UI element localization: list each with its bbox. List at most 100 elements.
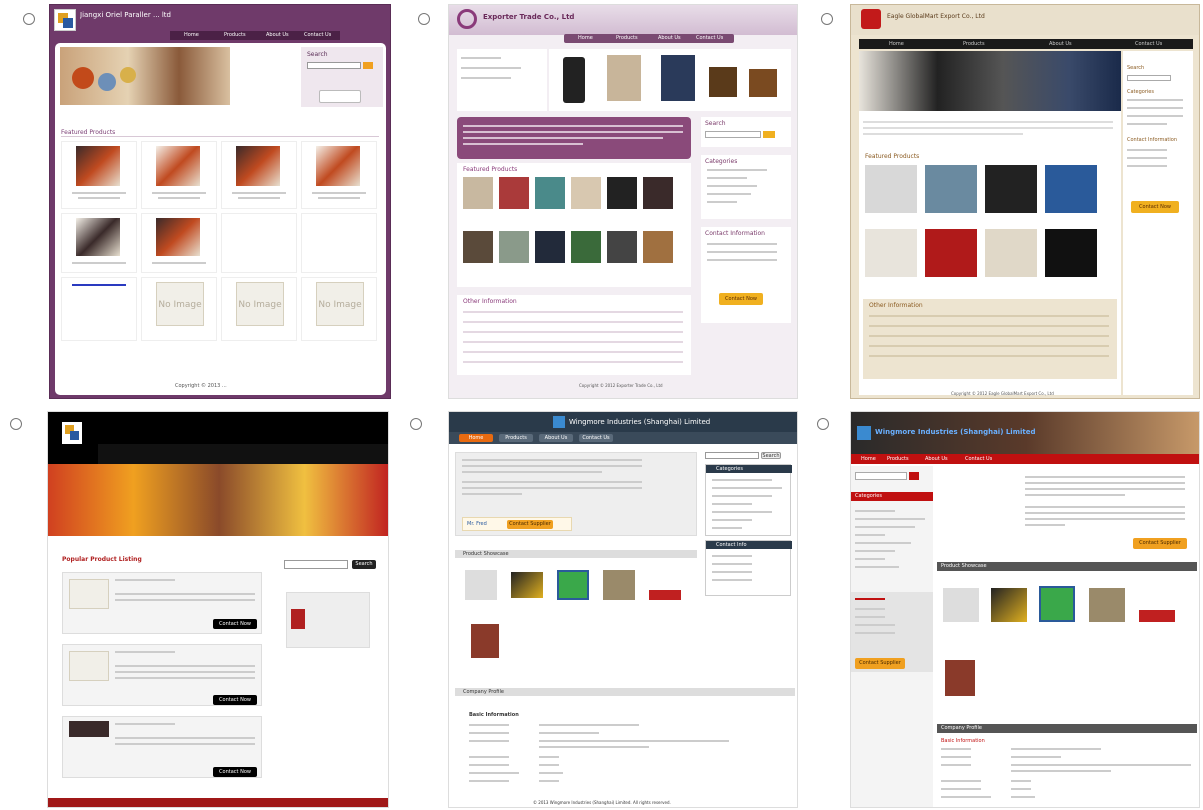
listing-item[interactable]: Contact Now xyxy=(62,644,262,706)
logo xyxy=(62,422,82,444)
contact-now-button[interactable]: Contact Now xyxy=(213,695,257,705)
nav-about[interactable]: About Us xyxy=(925,456,948,462)
profile-header: Company Profile xyxy=(455,688,795,696)
option-e-thumbnail[interactable]: Wingmore Industries (Shanghai) Limited H… xyxy=(448,411,798,808)
nav-products[interactable]: Products xyxy=(499,434,533,442)
contact-avatar-button[interactable] xyxy=(319,90,361,103)
nav-contact[interactable]: Contact Us xyxy=(304,32,331,38)
nav-contact[interactable]: Contact Us xyxy=(696,35,723,41)
sidebar: Categories Contact Supplier xyxy=(851,466,933,807)
option-a: Jiangxi Oriel Paraller ... ltd Home Prod… xyxy=(0,0,400,405)
categories-title: Categories xyxy=(705,158,738,165)
option-a-thumbnail[interactable]: Jiangxi Oriel Paraller ... ltd Home Prod… xyxy=(49,4,391,399)
product-card[interactable] xyxy=(301,141,377,209)
product-card[interactable] xyxy=(221,141,297,209)
sidebar: Search Categories Contact Information Co… xyxy=(1123,51,1193,395)
product-card[interactable]: No Image xyxy=(301,277,377,341)
product-card[interactable] xyxy=(301,213,377,273)
showcase-title: Product Showcase xyxy=(941,563,987,569)
option-e-radio[interactable] xyxy=(410,418,422,430)
search-box: Search xyxy=(301,47,383,107)
contact-supplier-button[interactable]: Contact Supplier xyxy=(507,520,553,529)
showcase-header: Product Showcase xyxy=(937,562,1197,571)
search-button[interactable] xyxy=(909,472,919,480)
nav-contact[interactable]: Contact Us xyxy=(579,434,613,442)
search-input[interactable] xyxy=(284,560,348,569)
nav-products[interactable]: Products xyxy=(224,32,246,38)
product-card[interactable] xyxy=(61,213,137,273)
contact-title: Contact Information xyxy=(1127,137,1177,143)
nav-products[interactable]: Products xyxy=(887,456,909,462)
product-card[interactable]: No Image xyxy=(141,277,217,341)
nav-bar: Home Products About Us Contact Us xyxy=(449,432,797,444)
search-input[interactable] xyxy=(307,62,361,69)
option-f-radio[interactable] xyxy=(817,418,829,430)
nav-bar: Home Products About Us Contact Us xyxy=(564,34,734,43)
profile-title: Company Profile xyxy=(463,689,504,695)
phone-icon xyxy=(291,609,305,629)
basic-info-title: Basic Information xyxy=(941,738,985,744)
logo xyxy=(861,9,881,29)
company-name: Jiangxi Oriel Paraller ... ltd xyxy=(80,11,171,19)
search-input[interactable] xyxy=(1127,75,1171,81)
search-button[interactable]: Search xyxy=(761,452,781,459)
nav-contact[interactable]: Contact Us xyxy=(1135,41,1162,47)
contact-now-button[interactable]: Contact Now xyxy=(213,767,257,777)
option-b-thumbnail[interactable]: Exporter Trade Co., Ltd Home Products Ab… xyxy=(448,4,798,399)
company-name: Eagle GlobalMart Export Co., Ltd xyxy=(887,13,985,20)
contact-box: Contact Info xyxy=(705,540,792,596)
nav-about[interactable]: About Us xyxy=(658,35,681,41)
product-card[interactable] xyxy=(221,213,297,273)
categories-title: Categories xyxy=(1127,89,1154,95)
contact-supplier-button[interactable]: Contact Supplier xyxy=(855,658,905,669)
contact-supplier-button[interactable]: Contact Supplier xyxy=(1133,538,1187,549)
search-button[interactable]: Search xyxy=(352,560,376,569)
search-button[interactable] xyxy=(763,131,775,138)
nav-home[interactable]: Home xyxy=(889,41,904,47)
search-input[interactable] xyxy=(855,472,907,480)
search-input[interactable] xyxy=(705,452,759,459)
footer: Copyright © 2013 ... xyxy=(175,383,227,389)
option-a-radio[interactable] xyxy=(23,13,35,25)
product-card[interactable] xyxy=(141,141,217,209)
option-f-thumbnail[interactable]: Wingmore Industries (Shanghai) Limited H… xyxy=(850,411,1200,808)
nav-bar: Home Products About Us Contact Us xyxy=(851,454,1199,464)
option-b-radio[interactable] xyxy=(418,13,430,25)
option-c-radio[interactable] xyxy=(821,13,833,25)
nav-about[interactable]: About Us xyxy=(1049,41,1072,47)
search-button[interactable] xyxy=(363,62,373,69)
search-input[interactable] xyxy=(705,131,761,138)
section-title: Featured Products xyxy=(463,166,518,173)
nav-home[interactable]: Home xyxy=(459,434,493,442)
nav-home[interactable]: Home xyxy=(578,35,593,41)
section-title: Featured Products xyxy=(61,129,116,136)
option-c-thumbnail[interactable]: Eagle GlobalMart Export Co., Ltd Home Pr… xyxy=(850,4,1200,399)
nav-home[interactable]: Home xyxy=(861,456,876,462)
nav-about[interactable]: About Us xyxy=(266,32,289,38)
search-label: Search xyxy=(1127,65,1145,71)
option-d-radio[interactable] xyxy=(10,418,22,430)
header xyxy=(851,5,1199,35)
nav-products[interactable]: Products xyxy=(963,41,985,47)
listing-item[interactable]: Contact Now xyxy=(62,572,262,634)
contact-now-button[interactable]: Contact Now xyxy=(1131,201,1179,213)
nav-home[interactable]: Home xyxy=(184,32,199,38)
basic-info-title: Basic Information xyxy=(469,712,519,718)
product-card[interactable] xyxy=(61,277,137,341)
other-info-title: Other Information xyxy=(463,298,517,305)
banner-image xyxy=(549,49,791,111)
listing-item[interactable]: Contact Now xyxy=(62,716,262,778)
intro-panel: Contact Supplier xyxy=(937,466,1199,560)
nav-products[interactable]: Products xyxy=(616,35,638,41)
contact-now-button[interactable]: Contact Now xyxy=(213,619,257,629)
product-card[interactable] xyxy=(61,141,137,209)
contact-now-button[interactable]: Contact Now xyxy=(719,293,763,305)
option-d-thumbnail[interactable]: Popular Product Listing Contact Now Cont… xyxy=(47,411,389,808)
nav-about[interactable]: About Us xyxy=(539,434,573,442)
footer-bar xyxy=(48,798,388,807)
nav-contact[interactable]: Contact Us xyxy=(965,456,992,462)
other-info-title: Other Information xyxy=(869,302,923,309)
product-card[interactable] xyxy=(141,213,217,273)
product-card[interactable]: No Image xyxy=(221,277,297,341)
categories-title: Categories xyxy=(716,466,743,472)
